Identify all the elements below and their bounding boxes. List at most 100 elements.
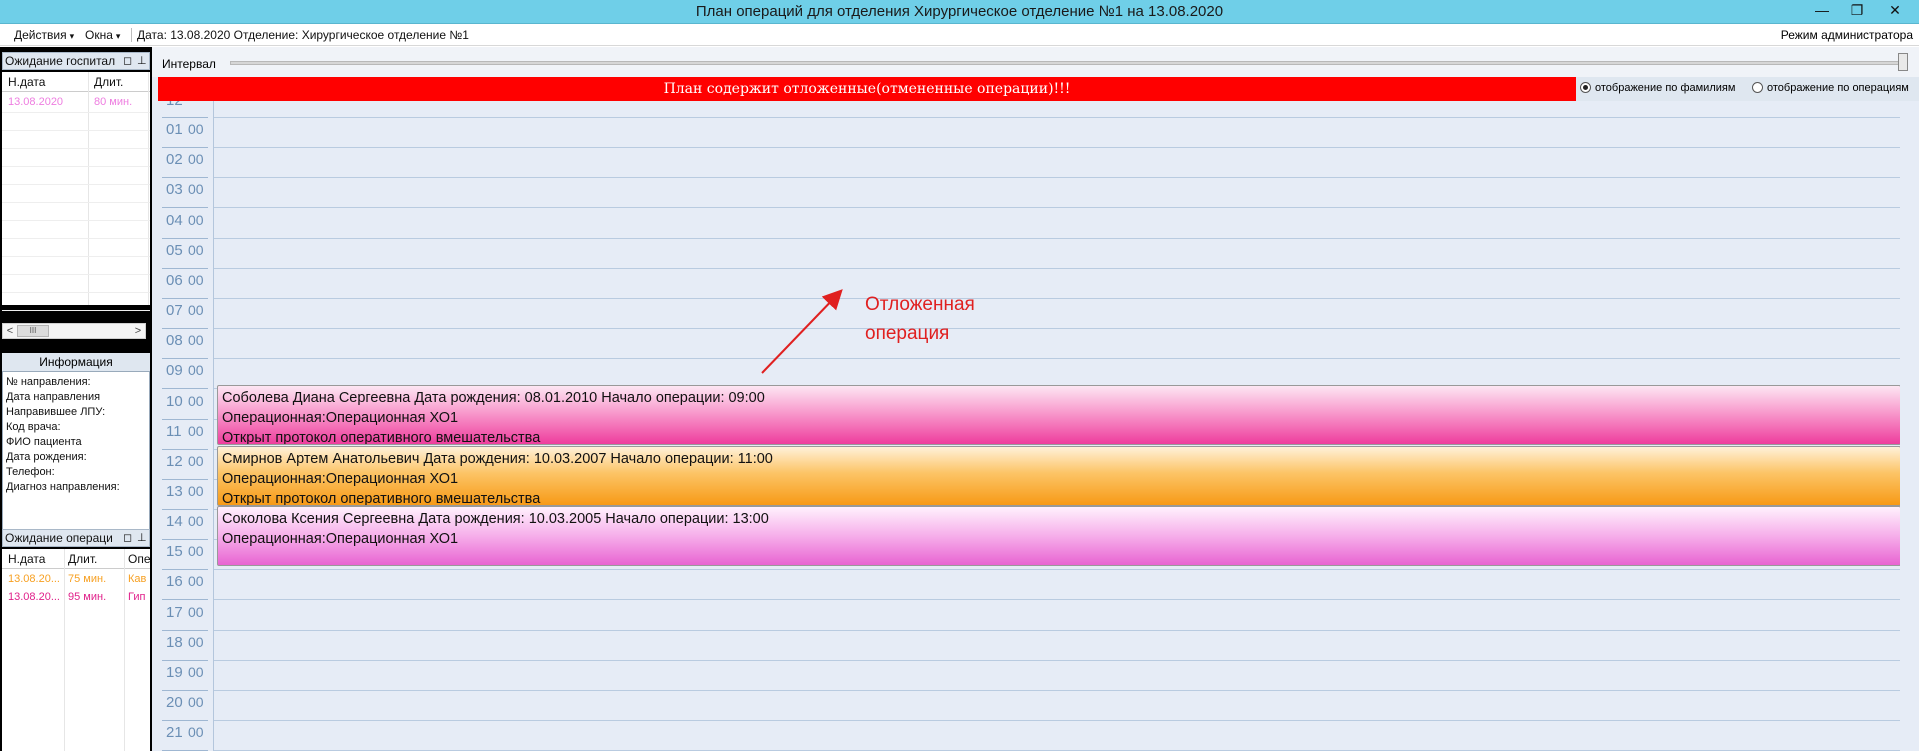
- row-divider: [2, 184, 150, 185]
- hour-label: 05: [166, 241, 183, 259]
- close-button[interactable]: ✕: [1878, 1, 1912, 22]
- row-divider: [2, 238, 150, 239]
- row-divider: [2, 202, 150, 203]
- view-mode-group: отображение по фамилиям отображение по о…: [1576, 77, 1919, 101]
- hour-gridline: [214, 268, 1900, 269]
- minimize-button[interactable]: —: [1805, 1, 1839, 22]
- hour-label: 15: [166, 543, 183, 561]
- ruler-tick: [162, 539, 208, 540]
- left-dock: Ожидание госпитал ◻ ⊥ Н.дата Длит. 13.08…: [0, 47, 152, 751]
- hour-gridline: [214, 328, 1900, 329]
- hour-gridline: [214, 720, 1900, 721]
- schedule-grid[interactable]: Соболева Диана Сергеевна Дата рождения: …: [214, 101, 1900, 751]
- row-duration: 80 мин.: [94, 96, 133, 108]
- hour-label: 16: [166, 573, 183, 591]
- appointment-patient: Смирнов Артем Анатольевич Дата рождения:…: [222, 451, 773, 467]
- column-header-operation[interactable]: Опе: [128, 552, 151, 566]
- pin-icon[interactable]: ⊥: [137, 530, 147, 546]
- column-header-duration[interactable]: Длит.: [68, 552, 97, 566]
- minute-label: 00: [188, 332, 204, 349]
- row-divider: [2, 130, 150, 131]
- hour-label: 12: [166, 452, 183, 470]
- horizontal-scrollbar[interactable]: < III >: [2, 323, 146, 339]
- appointment-block[interactable]: Смирнов Артем Анатольевич Дата рождения:…: [217, 446, 1900, 506]
- float-panel-icon[interactable]: ◻: [123, 530, 132, 546]
- radio-by-operation[interactable]: отображение по операциям: [1752, 82, 1909, 94]
- info-referral-number: № направления:: [6, 376, 91, 388]
- pin-icon[interactable]: ⊥: [137, 53, 147, 69]
- restore-button[interactable]: ❐: [1840, 1, 1874, 22]
- column-header-date[interactable]: Н.дата: [8, 75, 45, 89]
- menu-separator: [131, 28, 132, 42]
- title-bar: План операций для отделения Хирургическо…: [0, 0, 1919, 24]
- ruler-tick: [162, 569, 208, 570]
- info-patient-name: ФИО пациента: [6, 436, 82, 448]
- hour-label: 13: [166, 482, 183, 500]
- hour-label: 14: [166, 513, 183, 531]
- minute-label: 00: [188, 422, 204, 439]
- calendar-right-margin: [1900, 101, 1919, 751]
- operation-wait-grid[interactable]: Н.дата Длит. Опе 13.08.20... 75 мин. Кав…: [2, 549, 151, 751]
- menu-windows[interactable]: Окна ▾: [85, 28, 120, 42]
- postponed-annotation: Отложенная операция: [865, 290, 975, 348]
- info-panel-header: Информация: [2, 353, 150, 371]
- interval-slider[interactable]: [230, 61, 1904, 65]
- column-header-date[interactable]: Н.дата: [8, 552, 45, 566]
- hour-gridline: [214, 599, 1900, 600]
- table-row[interactable]: 13.08.20... 75 мин. Кав: [2, 571, 150, 589]
- appointment-room: Операционная:Операционная ХО1: [222, 410, 459, 426]
- ruler-tick: [162, 630, 208, 631]
- scroll-left-icon[interactable]: <: [3, 324, 17, 338]
- ruler-tick: [162, 660, 208, 661]
- minute-label: 00: [188, 181, 204, 198]
- scroll-thumb[interactable]: III: [17, 325, 49, 337]
- hour-gridline: [214, 660, 1900, 661]
- scroll-right-icon[interactable]: >: [131, 324, 145, 338]
- row-divider: [2, 310, 150, 311]
- appointment-block[interactable]: Соколова Ксения Сергеевна Дата рождения:…: [217, 506, 1900, 566]
- float-panel-icon[interactable]: ◻: [123, 53, 132, 69]
- hour-gridline: [214, 117, 1900, 118]
- radio-by-surname[interactable]: отображение по фамилиям: [1580, 82, 1735, 94]
- ruler-tick: [162, 449, 208, 450]
- row-divider: [2, 112, 150, 113]
- ruler-tick: [162, 720, 208, 721]
- hour-gridline: [214, 238, 1900, 239]
- hospital-wait-panel-header: Ожидание госпитал ◻ ⊥: [2, 52, 150, 70]
- minute-label: 00: [188, 151, 204, 168]
- minute-label: 00: [188, 663, 204, 680]
- hour-label: 12: [166, 101, 183, 109]
- hour-label: 11: [166, 422, 182, 440]
- appointment-block[interactable]: Соболева Диана Сергеевна Дата рождения: …: [217, 385, 1900, 445]
- minute-label: 00: [188, 211, 204, 228]
- minute-label: 00: [188, 452, 204, 469]
- row-divider: [2, 220, 150, 221]
- row-operation: Гип: [128, 591, 146, 603]
- info-phone: Телефон:: [6, 466, 55, 478]
- menu-actions[interactable]: Действия ▾: [14, 28, 74, 42]
- hour-gridline: [214, 177, 1900, 178]
- table-row[interactable]: 13.08.2020 80 мин.: [2, 94, 150, 112]
- appointment-status: Открыт протокол оперативного вмешательст…: [222, 430, 541, 445]
- annotation-line-2: операция: [865, 323, 950, 344]
- operation-wait-title: Ожидание операци: [5, 531, 113, 545]
- hour-gridline: [214, 690, 1900, 691]
- column-header-duration[interactable]: Длит.: [94, 75, 123, 89]
- ruler-tick: [162, 117, 208, 118]
- table-row[interactable]: 13.08.20... 95 мин. Гип: [2, 589, 150, 607]
- row-divider: [2, 256, 150, 257]
- interval-label: Интервал: [162, 57, 216, 71]
- appointment-room: Операционная:Операционная ХО1: [222, 531, 459, 547]
- hour-gridline: [214, 358, 1900, 359]
- hour-label: 09: [166, 362, 183, 380]
- info-referring-clinic: Направившее ЛПУ:: [6, 406, 106, 418]
- row-date: 13.08.2020: [8, 96, 64, 108]
- info-birth-date: Дата рождения:: [6, 451, 87, 463]
- interval-slider-thumb[interactable]: [1898, 53, 1908, 71]
- info-doctor-code: Код врача:: [6, 421, 61, 433]
- hospital-wait-grid[interactable]: Н.дата Длит. 13.08.2020 80 мин.: [2, 72, 150, 311]
- minute-label: 00: [188, 302, 204, 319]
- minute-label: 00: [188, 271, 204, 288]
- row-divider: [2, 148, 150, 149]
- appointment-status: Открыт протокол оперативного вмешательст…: [222, 491, 541, 506]
